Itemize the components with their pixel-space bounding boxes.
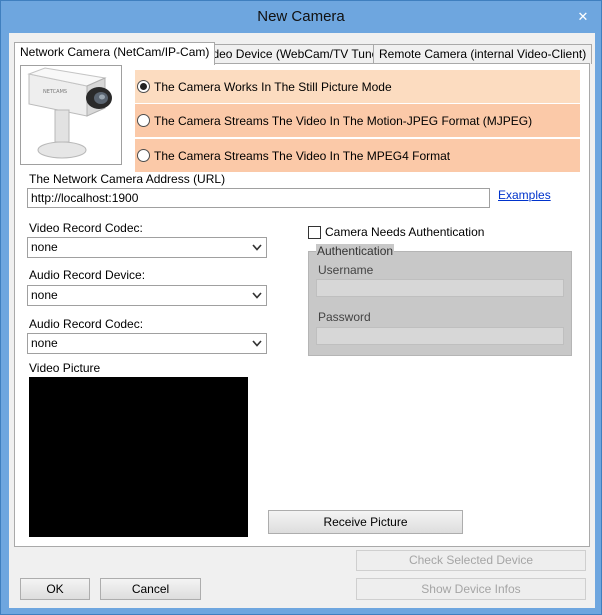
cancel-button[interactable]: Cancel [100, 578, 201, 600]
mode-mjpeg[interactable]: The Camera Streams The Video In The Moti… [135, 104, 580, 137]
authentication-group: Authentication Username Password [308, 244, 572, 356]
audio-codec-select[interactable]: none [27, 333, 267, 354]
audio-codec-label: Audio Record Codec: [29, 317, 144, 331]
tab-video-device[interactable]: Video Device (WebCam/TV Tuner) [196, 44, 393, 64]
audio-device-label: Audio Record Device: [29, 268, 146, 282]
close-icon[interactable]: ✕ [573, 8, 593, 26]
auth-checkbox[interactable] [308, 226, 321, 239]
auth-checkbox-label[interactable]: Camera Needs Authentication [325, 225, 484, 239]
video-codec-label: Video Record Codec: [29, 221, 143, 235]
camera-brand-text: NETCAMS [43, 89, 67, 95]
mode-mjpeg-label: The Camera Streams The Video In The Moti… [154, 113, 533, 128]
chevron-down-icon [252, 292, 262, 299]
password-input[interactable] [316, 327, 564, 345]
username-input[interactable] [316, 279, 564, 297]
video-codec-select[interactable]: none [27, 237, 267, 258]
radio-mjpeg[interactable] [137, 114, 150, 127]
video-picture-label: Video Picture [29, 361, 101, 375]
video-codec-value: none [31, 240, 58, 254]
receive-picture-button[interactable]: Receive Picture [268, 510, 463, 534]
password-label: Password [318, 310, 371, 324]
authentication-group-title: Authentication [316, 244, 395, 258]
mode-mpeg4-label: The Camera Streams The Video In The MPEG… [154, 148, 451, 163]
mode-still-picture-label: The Camera Works In The Still Picture Mo… [154, 79, 392, 94]
tab-network-camera[interactable]: Network Camera (NetCam/IP-Cam) [14, 42, 216, 65]
ok-button[interactable]: OK [20, 578, 90, 600]
camera-image: NETCAMS [20, 65, 122, 165]
show-device-infos-button[interactable]: Show Device Infos [356, 578, 586, 600]
tab-remote-camera[interactable]: Remote Camera (internal Video-Client) [373, 44, 593, 64]
camera-address-input[interactable]: http://localhost:1900 [27, 188, 490, 208]
chevron-down-icon [252, 340, 262, 347]
video-picture-preview [29, 377, 248, 537]
check-selected-device-button[interactable]: Check Selected Device [356, 550, 586, 571]
radio-still-picture[interactable] [137, 80, 150, 93]
network-camera-panel: NETCAMS The Camera Works In The Still Pi… [14, 63, 590, 547]
audio-codec-value: none [31, 336, 58, 350]
username-label: Username [318, 263, 374, 277]
mode-mpeg4[interactable]: The Camera Streams The Video In The MPEG… [135, 139, 580, 172]
audio-device-select[interactable]: none [27, 285, 267, 306]
window-title: New Camera [257, 8, 345, 25]
audio-device-value: none [31, 288, 58, 302]
address-label: The Network Camera Address (URL) [29, 172, 226, 186]
dialog-body: Network Camera (NetCam/IP-Cam) Video Dev… [9, 33, 595, 608]
mode-still-picture[interactable]: The Camera Works In The Still Picture Mo… [135, 70, 580, 103]
ip-camera-icon: NETCAMS [21, 66, 121, 164]
chevron-down-icon [252, 244, 262, 251]
examples-link[interactable]: Examples [498, 188, 551, 202]
new-camera-window: New Camera ✕ Network Camera (NetCam/IP-C… [0, 0, 602, 615]
radio-mpeg4[interactable] [137, 149, 150, 162]
